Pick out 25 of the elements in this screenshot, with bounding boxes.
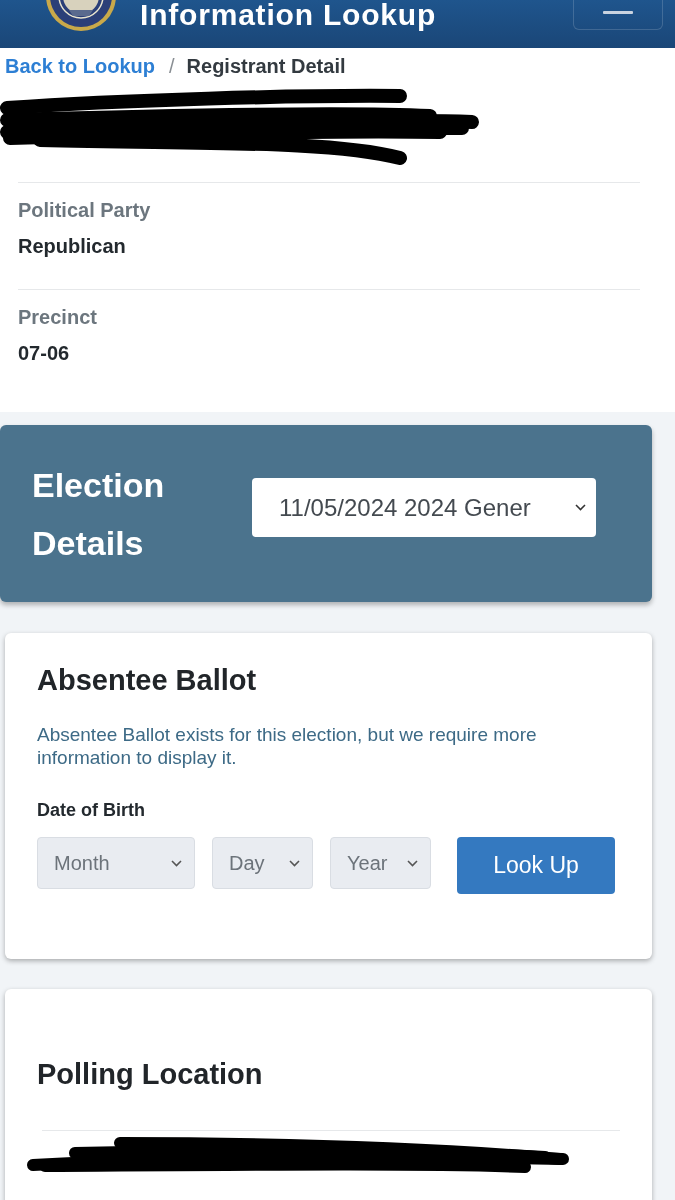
seal-logo bbox=[45, 0, 117, 32]
polling-location-title: Polling Location bbox=[37, 1057, 264, 1091]
date-dropdown[interactable]: Year bbox=[330, 837, 431, 889]
chevron-down-icon bbox=[289, 859, 300, 867]
date-dropdown[interactable]: Day bbox=[212, 837, 313, 889]
detail-label: Precinct bbox=[18, 305, 98, 329]
breadcrumb-current: Registrant Detail bbox=[186, 54, 346, 78]
detail-value: Republican bbox=[18, 234, 127, 259]
chevron-down-icon bbox=[575, 504, 586, 511]
site-title: Information Lookup bbox=[140, 0, 437, 33]
date-of-birth-label: Date of Birth bbox=[37, 799, 146, 821]
absentee-ballot-title: Absentee Ballot bbox=[37, 663, 258, 697]
absentee-message: Absentee Ballot exists for this election, but we require more information to display it. bbox=[37, 723, 538, 769]
chevron-down-icon bbox=[171, 859, 182, 867]
look-up-button[interactable]: Look Up bbox=[457, 837, 615, 894]
detail-label: Political Party bbox=[18, 198, 152, 222]
election-details-title: Election Details bbox=[32, 464, 166, 564]
menu-icon bbox=[603, 11, 633, 14]
menu-button[interactable] bbox=[573, 0, 663, 30]
election-dropdown[interactable]: 11/05/2024 2024 Gener bbox=[252, 478, 596, 537]
detail-value: 07-06 bbox=[18, 341, 71, 366]
back-to-lookup-link[interactable]: Back to Lookup bbox=[5, 54, 155, 78]
date-dropdown[interactable]: Month bbox=[37, 837, 195, 889]
chevron-down-icon bbox=[407, 859, 418, 867]
breadcrumb-separator: / bbox=[169, 54, 175, 78]
